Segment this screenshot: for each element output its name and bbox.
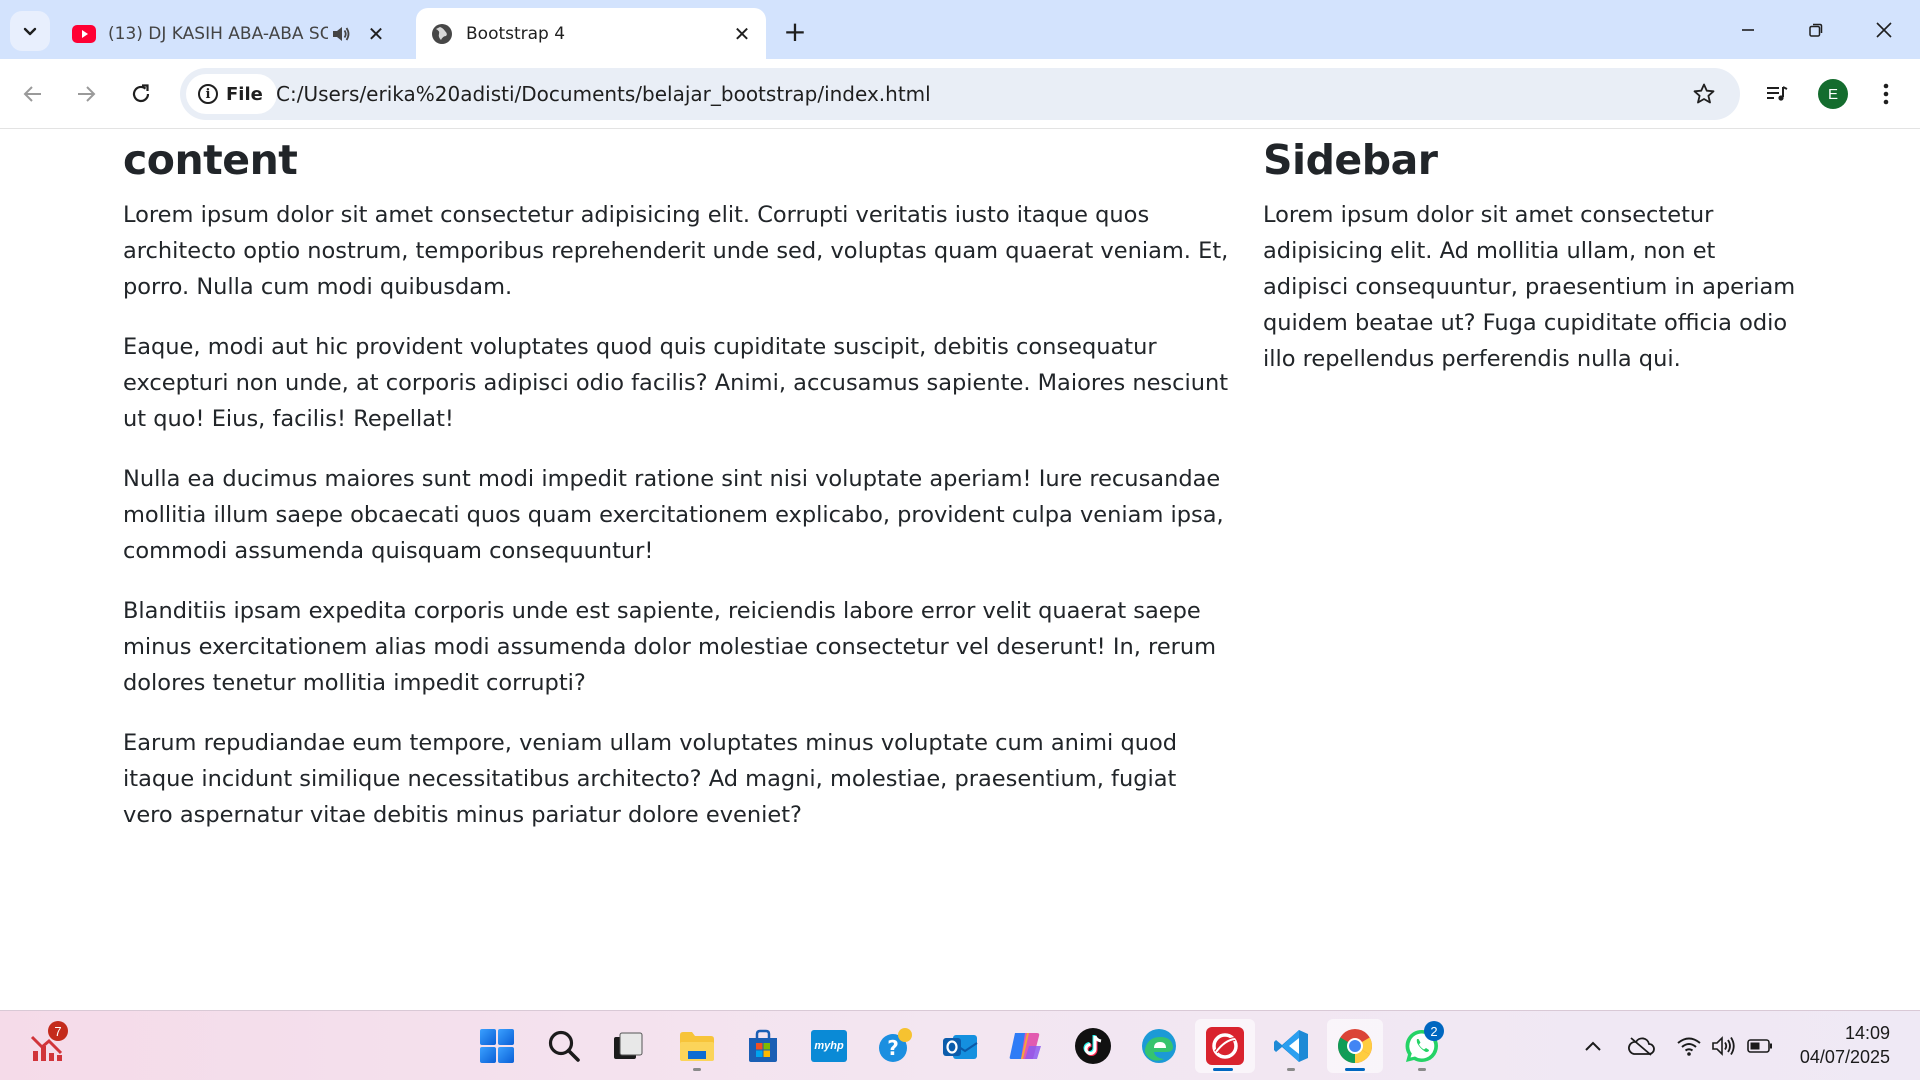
tiktok-icon	[1075, 1028, 1111, 1064]
widgets-button[interactable]: 7	[20, 1019, 76, 1073]
edge-button[interactable]	[1131, 1019, 1187, 1073]
profile-button[interactable]: E	[1813, 74, 1853, 114]
speaker-icon	[1712, 1036, 1735, 1056]
youtube-icon	[72, 22, 96, 46]
reload-button[interactable]	[121, 74, 161, 114]
media-playlist-icon	[1767, 86, 1788, 101]
taskbar: 7 myhp ? 2 14:09 04/07/2025	[0, 1010, 1920, 1080]
browser-toolbar: i File C:/Users/erika%20adisti/Documents…	[0, 59, 1920, 129]
content-paragraph: Nulla ea ducimus maiores sunt modi imped…	[123, 466, 1224, 565]
onedrive-button[interactable]	[1626, 1031, 1656, 1061]
content-heading: content	[123, 136, 298, 184]
arrow-right-icon	[78, 86, 96, 102]
content-paragraph: Eaque, modi aut hic provident voluptates…	[123, 334, 1229, 433]
close-icon	[1876, 21, 1892, 38]
battery-button[interactable]	[1745, 1031, 1775, 1061]
speaker-icon[interactable]	[328, 21, 354, 47]
info-icon: i	[198, 84, 218, 104]
profile-avatar: E	[1818, 79, 1848, 109]
main-content-column: content Lorem ipsum dolor sit amet conse…	[123, 130, 1233, 857]
clock-time: 14:09	[1844, 1023, 1890, 1043]
chrome-icon	[1338, 1029, 1372, 1063]
content-paragraph: Lorem ipsum dolor sit amet consectetur a…	[123, 202, 1229, 301]
reload-icon	[132, 84, 150, 103]
volume-button[interactable]	[1709, 1031, 1739, 1061]
sidebar-paragraph: Lorem ipsum dolor sit amet consectetur a…	[1263, 202, 1796, 373]
restore-button[interactable]	[1782, 0, 1850, 59]
content-paragraph: Blanditiis ipsam expedita corporis unde …	[123, 598, 1217, 697]
microsoft-store-icon	[749, 1029, 777, 1062]
forward-button[interactable]	[66, 74, 106, 114]
copilot-icon	[1009, 1033, 1041, 1059]
network-button[interactable]	[1674, 1031, 1704, 1061]
antivirus-icon	[1206, 1027, 1244, 1065]
file-explorer-icon	[680, 1032, 714, 1061]
microsoft-store-button[interactable]	[735, 1019, 791, 1073]
minimize-button[interactable]	[1714, 0, 1782, 59]
tab-youtube[interactable]: (13) DJ KASIH ABA-ABA SO ✕	[60, 8, 410, 59]
edge-icon	[1142, 1029, 1176, 1063]
content-paragraph: Earum repudiandae eum tempore, veniam ul…	[123, 730, 1178, 829]
whatsapp-button[interactable]: 2	[1394, 1019, 1450, 1073]
myhp-icon: myhp	[811, 1030, 847, 1062]
tab-title: Bootstrap 4	[466, 23, 566, 44]
bookmark-star-icon[interactable]	[1690, 80, 1718, 108]
copilot-button[interactable]	[998, 1019, 1054, 1073]
antivirus-button[interactable]	[1195, 1019, 1255, 1073]
tiktok-button[interactable]	[1065, 1019, 1121, 1073]
browser-tab-strip: (13) DJ KASIH ABA-ABA SO ✕ Bootstrap 4 ✕…	[0, 0, 1920, 59]
task-view-icon	[614, 1032, 643, 1059]
cloud-offline-icon	[1628, 1037, 1655, 1056]
task-view-button[interactable]	[600, 1019, 656, 1073]
close-tab-icon[interactable]: ✕	[362, 20, 390, 48]
vscode-icon	[1274, 1030, 1308, 1062]
close-window-button[interactable]	[1850, 0, 1918, 59]
get-help-button[interactable]: ?	[867, 1019, 923, 1073]
chip-label: File	[226, 83, 263, 105]
clock-date: 04/07/2025	[1799, 1047, 1890, 1067]
outlook-button[interactable]	[932, 1019, 988, 1073]
vscode-button[interactable]	[1263, 1019, 1319, 1073]
media-control-button[interactable]	[1757, 74, 1797, 114]
tab-title: (13) DJ KASIH ABA-ABA SO	[108, 23, 328, 44]
search-icon	[548, 1030, 580, 1062]
show-hidden-icons-button[interactable]	[1578, 1031, 1608, 1061]
file-explorer-button[interactable]	[669, 1019, 725, 1073]
more-vertical-icon	[1883, 83, 1889, 105]
url-text[interactable]: C:/Users/erika%20adisti/Documents/belaja…	[276, 68, 931, 120]
clock[interactable]: 14:09 04/07/2025	[1800, 1021, 1890, 1069]
arrow-left-icon	[23, 86, 41, 102]
close-tab-icon[interactable]: ✕	[728, 20, 756, 48]
site-info-chip[interactable]: i File	[186, 74, 277, 114]
outlook-icon	[943, 1035, 978, 1059]
start-button[interactable]	[469, 1019, 525, 1073]
get-help-icon: ?	[879, 1028, 912, 1062]
sidebar-heading: Sidebar	[1263, 136, 1438, 184]
new-tab-button[interactable]: +	[778, 14, 812, 48]
widgets-badge: 7	[48, 1021, 68, 1041]
myhp-button[interactable]: myhp	[801, 1019, 857, 1073]
start-icon	[480, 1029, 514, 1063]
svg-text:?: ?	[887, 1036, 899, 1060]
globe-icon	[430, 22, 454, 46]
browser-menu-button[interactable]	[1866, 74, 1906, 114]
address-bar[interactable]: i File C:/Users/erika%20adisti/Documents…	[180, 68, 1740, 120]
minimize-icon	[1742, 28, 1754, 31]
tab-bootstrap[interactable]: Bootstrap 4 ✕	[416, 8, 766, 59]
page-viewport: content Lorem ipsum dolor sit amet conse…	[0, 130, 1920, 1010]
tab-search-button[interactable]	[10, 11, 50, 51]
chrome-button[interactable]	[1327, 1019, 1383, 1073]
myhp-label: myhp	[814, 1040, 844, 1052]
battery-icon	[1747, 1039, 1772, 1053]
whatsapp-badge: 2	[1424, 1021, 1444, 1041]
chevron-up-icon	[1585, 1041, 1601, 1051]
wifi-icon	[1677, 1037, 1701, 1056]
back-button[interactable]	[13, 74, 53, 114]
search-button[interactable]	[536, 1019, 592, 1073]
restore-icon	[1809, 23, 1823, 37]
chevron-down-icon	[23, 27, 37, 36]
sidebar-column: Sidebar Lorem ipsum dolor sit amet conse…	[1263, 130, 1803, 401]
